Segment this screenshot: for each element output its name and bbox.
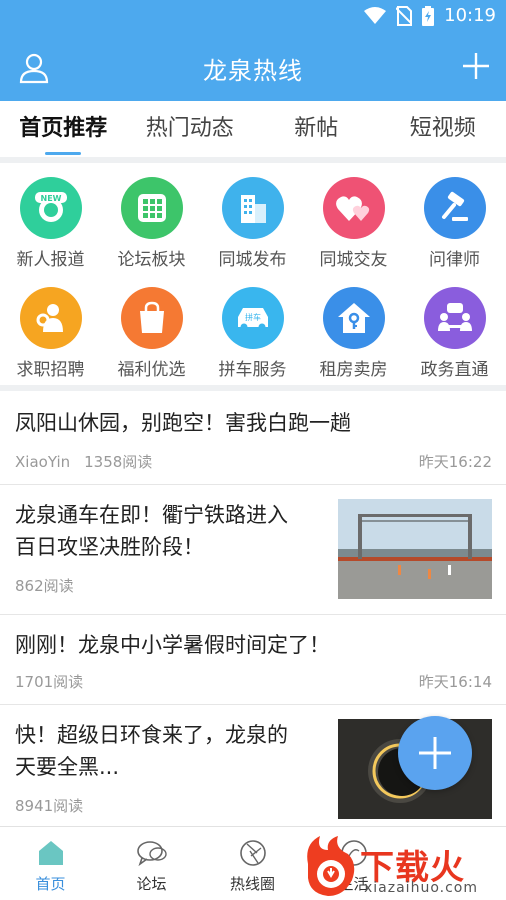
status-bar: 10:19 [0, 0, 506, 34]
list-item-news-2[interactable]: 龙泉通车在即！衢宁铁路进入 百日攻坚决胜阶段！ 862阅读 [0, 485, 506, 615]
tab-hot[interactable]: 热门动态 [127, 101, 254, 157]
grid-label: 拼车服务 [218, 360, 287, 380]
grid-label: 同城发布 [218, 250, 287, 270]
hearts-icon [322, 177, 385, 239]
divider [0, 385, 506, 391]
home-icon [38, 841, 63, 865]
grid-item-welfare[interactable]: 福利优选 [101, 275, 202, 383]
building-icon [221, 177, 284, 239]
news-title: 凤阳山休园，别跑空！害我白跑一趟 [15, 411, 351, 435]
news-time: 昨天16:22 [418, 453, 492, 471]
page-title: 龙泉热线 [203, 57, 303, 85]
grid-item-city-dating[interactable]: 同城交友 [303, 165, 404, 273]
watermark-logo: 下载火 xiazaihuo.com [298, 834, 506, 900]
list-item-news-1[interactable]: 凤阳山休园，别跑空！害我白跑一趟 XiaoYin 1358阅读 昨天16:22 [0, 395, 506, 485]
news-reads: 8941阅读 [15, 797, 84, 815]
title-bar: 龙泉热线 [0, 34, 506, 101]
grid-item-new-member[interactable]: NEW 新人报道 [0, 165, 101, 273]
grid-label: 同城交友 [319, 250, 388, 270]
grid-label: 问律师 [429, 250, 480, 270]
news-time: 昨天16:14 [418, 673, 492, 691]
grid-item-jobs[interactable]: 求职招聘 [0, 275, 101, 383]
nav-forum[interactable]: 论坛 [101, 827, 202, 900]
fire-logo-icon [307, 836, 355, 896]
shopping-bag-icon [120, 287, 183, 349]
grid-label: 福利优选 [117, 360, 186, 380]
chat-bubbles-icon [136, 841, 167, 867]
tab-indicator [45, 152, 82, 155]
news-title: 快！超级日环食来了，龙泉的 天要全黑... [15, 723, 288, 779]
plus-icon [419, 737, 451, 769]
news-thumbnail-railway[interactable] [338, 499, 492, 599]
svg-text:拼车: 拼车 [245, 312, 261, 322]
grid-label: 租房卖房 [319, 360, 388, 380]
tab-recommended[interactable]: 首页推荐 [0, 101, 127, 157]
carpool-icon: 拼车 [221, 287, 284, 349]
wifi-icon [364, 6, 387, 24]
grid-item-city-post[interactable]: 同城发布 [202, 165, 303, 273]
meeting-icon [423, 287, 486, 349]
grid-label: 论坛板块 [117, 250, 186, 270]
no-sim-icon [396, 5, 413, 26]
svg-text:NEW: NEW [40, 194, 61, 203]
tab-short-video[interactable]: 短视频 [380, 101, 506, 157]
grid-item-rent-sell[interactable]: 租房卖房 [303, 275, 404, 383]
new-badge-icon: NEW [19, 177, 82, 239]
aperture-icon [239, 840, 266, 866]
app-header: 10:19 龙泉热线 [0, 0, 506, 101]
grid-item-ask-lawyer[interactable]: 问律师 [404, 165, 505, 273]
news-title: 龙泉通车在即！衢宁铁路进入 百日攻坚决胜阶段！ [15, 503, 288, 559]
watermark-url: xiazaihuo.com [364, 880, 478, 896]
battery-charging-icon [422, 5, 435, 26]
add-button[interactable] [460, 50, 492, 82]
floating-add-button[interactable] [398, 716, 472, 790]
divider [0, 157, 506, 163]
grid-label: 政务直通 [420, 360, 489, 380]
grid-item-carpool[interactable]: 拼车 拼车服务 [202, 275, 303, 383]
news-title: 刚刚！龙泉中小学暑假时间定了！ [15, 633, 330, 657]
news-author: XiaoYin [15, 453, 71, 471]
grid-item-gov-direct[interactable]: 政务直通 [404, 275, 505, 383]
grid-label: 新人报道 [16, 250, 85, 270]
news-reads: 1701阅读 [15, 673, 84, 691]
job-seeker-icon [19, 287, 82, 349]
tab-bar: 首页推荐 热门动态 新帖 短视频 [0, 101, 506, 157]
grid-item-forum-boards[interactable]: 论坛板块 [101, 165, 202, 273]
news-meta: XiaoYin 1358阅读 [15, 451, 166, 472]
grid-label: 求职招聘 [16, 360, 85, 380]
status-time: 10:19 [444, 5, 496, 26]
news-reads: 1358阅读 [84, 453, 153, 471]
feature-grid: NEW 新人报道 论坛板块 同城发布 同城交友 问律师 求职招聘 福利优选 拼车… [0, 165, 506, 385]
news-reads: 862阅读 [15, 577, 74, 595]
grid-icon [120, 177, 183, 239]
house-key-icon [322, 287, 385, 349]
gavel-icon [423, 177, 486, 239]
tab-new-posts[interactable]: 新帖 [253, 101, 380, 157]
nav-home[interactable]: 首页 [0, 827, 101, 900]
list-item-news-3[interactable]: 刚刚！龙泉中小学暑假时间定了！ 1701阅读 昨天16:14 [0, 615, 506, 705]
nav-hotline-circle[interactable]: 热线圈 [202, 827, 303, 900]
